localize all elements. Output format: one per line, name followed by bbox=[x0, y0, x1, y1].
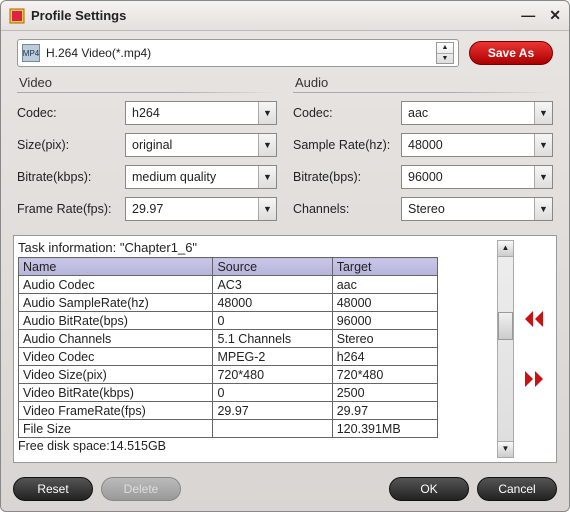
profile-text: H.264 Video(*.mp4) bbox=[46, 46, 430, 60]
delete-button: Delete bbox=[101, 477, 181, 501]
video-fps-combo[interactable]: 29.97▼ bbox=[125, 197, 277, 221]
table-row: Video BitRate(kbps)02500 bbox=[19, 384, 438, 402]
table-row: Audio CodecAC3aac bbox=[19, 276, 438, 294]
audio-sr-combo[interactable]: 48000▼ bbox=[401, 133, 553, 157]
audio-codec-label: Codec: bbox=[293, 106, 401, 120]
table-header: Source bbox=[213, 258, 332, 276]
chevron-down-icon: ▼ bbox=[258, 102, 276, 124]
vertical-scrollbar[interactable]: ▲ ▼ bbox=[497, 240, 514, 458]
ok-button[interactable]: OK bbox=[389, 477, 469, 501]
reset-button[interactable]: Reset bbox=[13, 477, 93, 501]
table-row: File Size120.391MB bbox=[19, 420, 438, 438]
task-title: Task information: "Chapter1_6" bbox=[18, 240, 495, 255]
prev-task-button[interactable] bbox=[522, 309, 546, 329]
cancel-button[interactable]: Cancel bbox=[477, 477, 557, 501]
close-button[interactable]: ✕ bbox=[549, 7, 561, 24]
task-table: NameSourceTarget Audio CodecAC3aacAudio … bbox=[18, 257, 438, 438]
footer: Reset Delete OK Cancel bbox=[1, 469, 569, 511]
audio-sr-label: Sample Rate(hz): bbox=[293, 138, 401, 152]
audio-group: Audio Codec: aac▼ Sample Rate(hz): 48000… bbox=[293, 75, 553, 229]
table-row: Audio BitRate(bps)096000 bbox=[19, 312, 438, 330]
scroll-down-icon[interactable]: ▼ bbox=[498, 441, 513, 457]
chevron-down-icon: ▼ bbox=[258, 198, 276, 220]
video-bitrate-combo[interactable]: medium quality▼ bbox=[125, 165, 277, 189]
audio-bitrate-combo[interactable]: 96000▼ bbox=[401, 165, 553, 189]
chevron-down-icon: ▼ bbox=[534, 166, 552, 188]
profile-select[interactable]: MP4 H.264 Video(*.mp4) ▲▼ bbox=[17, 39, 459, 67]
chevron-down-icon: ▼ bbox=[534, 198, 552, 220]
video-bitrate-label: Bitrate(kbps): bbox=[17, 170, 125, 184]
audio-bitrate-label: Bitrate(bps): bbox=[293, 170, 401, 184]
video-size-label: Size(pix): bbox=[17, 138, 125, 152]
scroll-up-icon[interactable]: ▲ bbox=[498, 241, 513, 257]
save-as-button[interactable]: Save As bbox=[469, 41, 553, 65]
audio-channels-combo[interactable]: Stereo▼ bbox=[401, 197, 553, 221]
table-row: Audio Channels5.1 ChannelsStereo bbox=[19, 330, 438, 348]
task-info-panel: Task information: "Chapter1_6" NameSourc… bbox=[13, 235, 557, 463]
app-icon bbox=[9, 8, 25, 24]
mp4-icon: MP4 bbox=[22, 44, 40, 62]
table-row: Video Size(pix)720*480720*480 bbox=[19, 366, 438, 384]
video-size-combo[interactable]: original▼ bbox=[125, 133, 277, 157]
scroll-thumb[interactable] bbox=[498, 312, 513, 340]
chevron-down-icon: ▼ bbox=[534, 134, 552, 156]
chevron-down-icon: ▼ bbox=[534, 102, 552, 124]
profile-stepper[interactable]: ▲▼ bbox=[436, 42, 454, 64]
video-fps-label: Frame Rate(fps): bbox=[17, 202, 125, 216]
table-row: Video CodecMPEG-2h264 bbox=[19, 348, 438, 366]
video-title: Video bbox=[17, 75, 277, 90]
audio-codec-combo[interactable]: aac▼ bbox=[401, 101, 553, 125]
video-codec-label: Codec: bbox=[17, 106, 125, 120]
free-disk-label: Free disk space:14.515GB bbox=[18, 439, 495, 453]
audio-channels-label: Channels: bbox=[293, 202, 401, 216]
window: Profile Settings — ✕ MP4 H.264 Video(*.m… bbox=[0, 0, 570, 512]
table-row: Video FrameRate(fps)29.9729.97 bbox=[19, 402, 438, 420]
table-row: Audio SampleRate(hz)4800048000 bbox=[19, 294, 438, 312]
audio-title: Audio bbox=[293, 75, 553, 90]
chevron-down-icon: ▼ bbox=[258, 134, 276, 156]
next-task-button[interactable] bbox=[522, 369, 546, 389]
minimize-button[interactable]: — bbox=[521, 7, 535, 24]
titlebar: Profile Settings — ✕ bbox=[1, 1, 569, 31]
table-header: Target bbox=[332, 258, 437, 276]
window-title: Profile Settings bbox=[31, 8, 521, 23]
table-header: Name bbox=[19, 258, 213, 276]
video-group: Video Codec: h264▼ Size(pix): original▼ … bbox=[17, 75, 277, 229]
video-codec-combo[interactable]: h264▼ bbox=[125, 101, 277, 125]
chevron-down-icon: ▼ bbox=[258, 166, 276, 188]
